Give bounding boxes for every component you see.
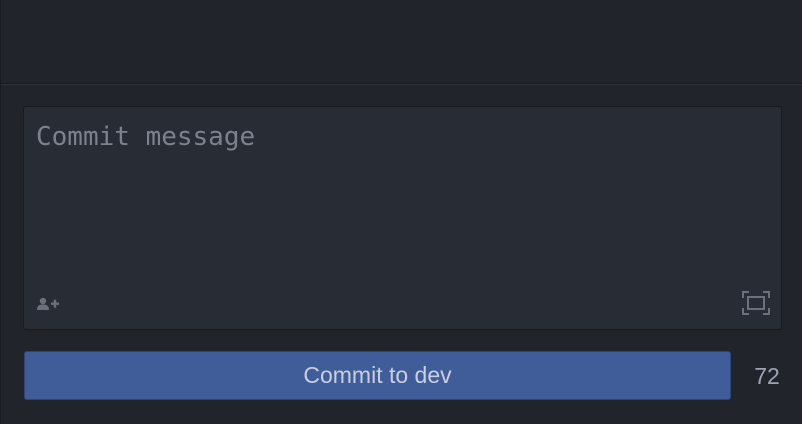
person-add-icon: [36, 296, 60, 317]
commit-message-editor: [23, 106, 782, 330]
divider: [1, 84, 802, 85]
commit-button[interactable]: Commit to dev: [24, 351, 731, 400]
expand-icon: [742, 290, 770, 320]
commit-message-input[interactable]: [24, 107, 781, 287]
staged-changes-area: [1, 0, 802, 84]
character-count: 72: [754, 363, 780, 389]
expand-editor-button[interactable]: [741, 290, 771, 320]
add-coauthor-button[interactable]: [34, 295, 62, 317]
commit-panel: Commit to dev 72: [0, 0, 802, 424]
